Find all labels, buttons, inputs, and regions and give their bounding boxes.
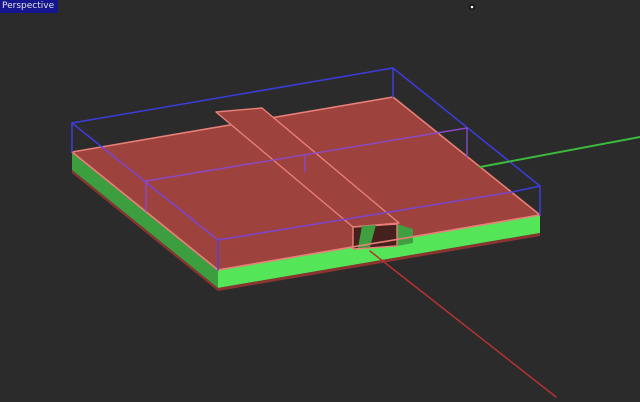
axis-line-red — [370, 251, 556, 397]
viewport-title[interactable]: Perspective — [0, 0, 58, 13]
axis-line-green — [480, 137, 640, 167]
point-marker[interactable] — [471, 6, 474, 9]
bluebox-top-front-left-edge-a[interactable] — [72, 123, 102, 147]
viewport-perspective[interactable]: Perspective — [0, 0, 640, 402]
scene-canvas[interactable] — [0, 0, 640, 402]
bluebox-top-front-right-edge-b[interactable] — [512, 186, 540, 192]
